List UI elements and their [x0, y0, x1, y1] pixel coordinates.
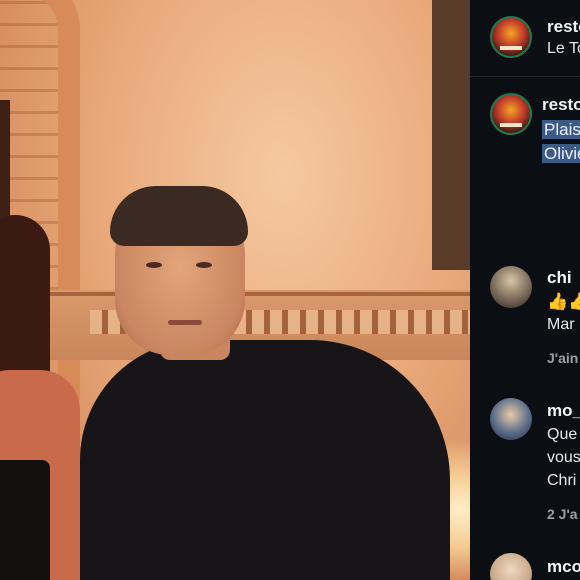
man-mouth — [168, 320, 202, 325]
man-eye-left — [146, 262, 162, 268]
comment-avatar[interactable] — [490, 266, 532, 308]
comment-username[interactable]: mo_ — [547, 401, 580, 421]
woman-top — [0, 460, 50, 580]
post-photo[interactable] — [0, 0, 470, 580]
comment-meta[interactable]: 2 J'a — [547, 506, 578, 522]
comment-text-line: Chri — [547, 472, 577, 489]
comment-avatar[interactable] — [490, 398, 532, 440]
post-location[interactable]: Le To — [547, 40, 580, 58]
comment-emoji: 👍👍 — [547, 292, 580, 311]
comment-meta[interactable]: J'ain — [547, 350, 578, 366]
post-author-username[interactable]: resto — [547, 17, 580, 37]
post-author-avatar[interactable] — [490, 16, 532, 58]
comment-username[interactable]: chi — [547, 268, 572, 288]
caption-line-1: Plais — [542, 118, 580, 142]
caption-line-1-text: Plais — [542, 120, 580, 139]
wall-band-line — [40, 292, 470, 296]
comment-username[interactable]: mco — [547, 557, 580, 577]
man-sweater — [80, 340, 450, 580]
comment-avatar[interactable] — [490, 553, 532, 580]
man-eye-right — [196, 262, 212, 268]
dark-pillar — [432, 0, 470, 270]
header-divider — [470, 76, 580, 77]
caption-line-2: Olivie — [542, 142, 580, 166]
caption-author-username[interactable]: resto — [542, 95, 580, 115]
man-hair — [110, 186, 248, 246]
caption-author-avatar[interactable] — [490, 93, 532, 135]
instagram-post-view: resto Le To resto Plais Olivie chi 👍👍 Ma… — [0, 0, 580, 580]
comment-text-line: vous — [547, 449, 580, 466]
caption-line-2-text: Olivie — [542, 144, 580, 163]
comment-text-line: Que — [547, 426, 578, 443]
comments-panel: resto Le To resto Plais Olivie chi 👍👍 Ma… — [470, 0, 580, 580]
comment-text: Mar — [547, 316, 575, 333]
